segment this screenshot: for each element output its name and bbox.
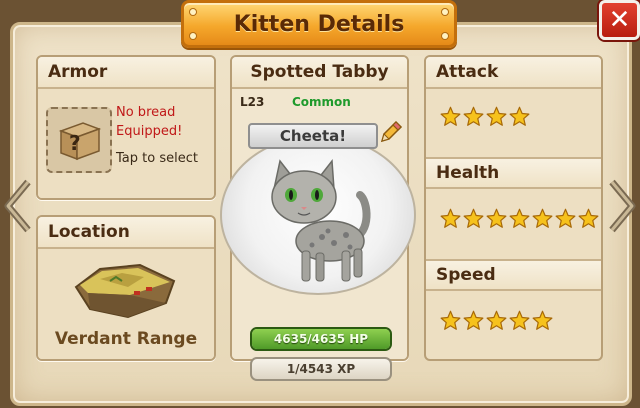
bread-crate-icon: ? — [58, 122, 102, 161]
armor-warning-line1: No bread — [116, 105, 176, 120]
chevron-right-icon — [609, 179, 636, 233]
star-icon — [440, 106, 461, 126]
kitten-portrait — [220, 135, 416, 295]
star-icon — [532, 310, 553, 330]
next-kitten-button[interactable] — [606, 178, 640, 234]
close-icon: ✕ — [608, 5, 631, 35]
armor-slot-symbol: ? — [69, 131, 81, 155]
rivet — [190, 33, 196, 39]
kitten-breed: Spotted Tabby — [232, 57, 407, 89]
location-panel[interactable]: Location Verdant Range — [36, 215, 216, 361]
kitten-nickname: Cheeta! — [248, 123, 378, 149]
armor-warning-line2: Equipped! — [116, 124, 183, 139]
star-icon — [532, 208, 553, 228]
star-icon — [486, 106, 507, 126]
star-icon — [486, 310, 507, 330]
xp-text: 1/4543 XP — [286, 362, 356, 376]
armor-slot[interactable]: ? — [46, 107, 112, 173]
pencil-icon — [380, 120, 403, 143]
star-icon — [463, 208, 484, 228]
rivet — [442, 33, 448, 39]
stats-panel: Attack Health Speed — [424, 55, 603, 361]
star-icon — [463, 310, 484, 330]
edit-name-button[interactable] — [378, 119, 404, 145]
star-icon — [440, 208, 461, 228]
previous-kitten-button[interactable] — [0, 178, 34, 234]
star-icon — [463, 106, 484, 126]
location-name: Verdant Range — [54, 329, 198, 349]
star-icon — [578, 208, 599, 228]
star-icon — [555, 208, 576, 228]
speed-stars — [440, 310, 553, 331]
kitten-level: L23 — [240, 95, 265, 109]
armor-panel[interactable]: Armor ? No bread Equipped! Tap to select — [36, 55, 216, 200]
stat-attack-header: Attack — [426, 57, 601, 89]
page-title: Kitten Details — [233, 11, 405, 37]
kitten-image — [271, 158, 371, 282]
rivet — [442, 9, 448, 15]
title-banner: Kitten Details — [181, 0, 457, 48]
star-icon — [509, 310, 530, 330]
stat-health-header: Health — [426, 157, 601, 189]
kitten-nickname-text: Cheeta! — [279, 127, 347, 145]
star-icon — [486, 208, 507, 228]
armor-header: Armor — [38, 57, 214, 89]
hp-text: 4635/4635 HP — [273, 332, 369, 346]
hp-bar: 4635/4635 HP — [250, 327, 392, 351]
xp-bar: 1/4543 XP — [250, 357, 392, 381]
close-button[interactable]: ✕ — [599, 0, 640, 40]
location-header: Location — [38, 217, 214, 249]
chevron-left-icon — [4, 179, 31, 233]
armor-hint: Tap to select — [116, 151, 198, 166]
health-stars — [440, 208, 599, 229]
star-icon — [509, 208, 530, 228]
terrain-icon — [74, 263, 176, 319]
star-icon — [440, 310, 461, 330]
attack-stars — [440, 106, 530, 127]
star-icon — [509, 106, 530, 126]
kitten-rarity: Common — [292, 95, 351, 109]
rivet — [190, 9, 196, 15]
stat-speed-header: Speed — [426, 259, 601, 291]
kitten-panel: Spotted Tabby L23 Common Cheeta! 4635/46… — [220, 55, 416, 381]
